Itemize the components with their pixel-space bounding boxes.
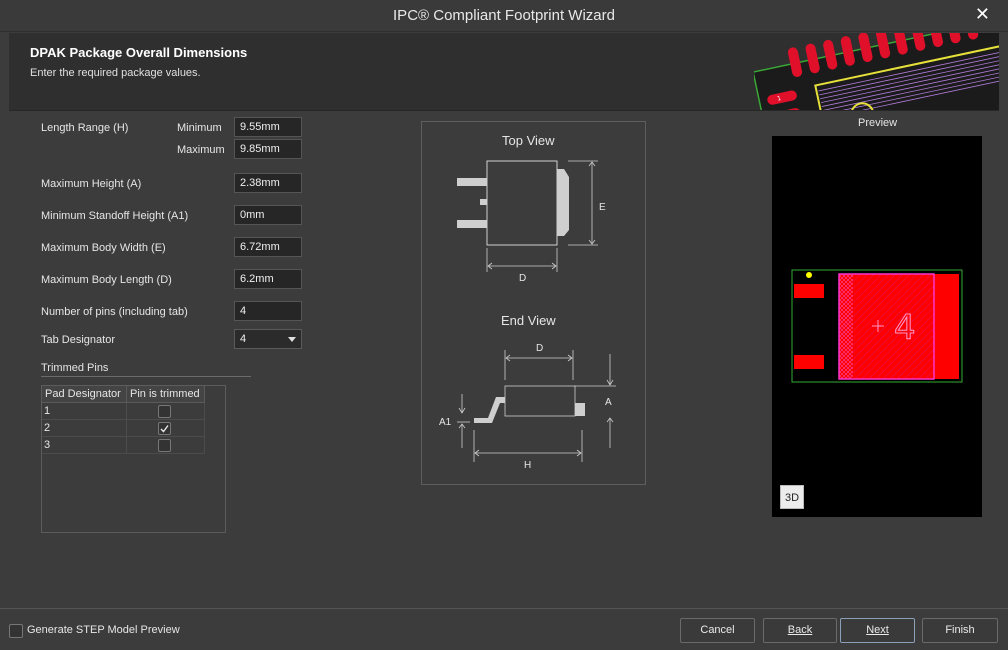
top-view-title: Top View [502,133,555,148]
section-divider [41,376,251,377]
end-view-title: End View [501,313,556,328]
table-row[interactable]: 2 [42,420,205,437]
min-standoff-label: Minimum Standoff Height (A1) [41,210,189,222]
pin-trimmed-cell [127,403,205,420]
max-height-input[interactable]: 2.38mm [234,173,302,193]
dim-label-d-top: D [519,273,526,284]
table-row[interactable]: 1 [42,403,205,420]
header-pcb-illustration: 1 2 3 [754,33,999,110]
back-button[interactable]: Back [763,618,837,643]
max-body-width-input[interactable]: 6.72mm [234,237,302,257]
max-height-label: Maximum Height (A) [41,178,142,190]
wizard-header: DPAK Package Overall Dimensions Enter th… [9,33,999,111]
dim-label-d-end: D [536,343,543,354]
num-pins-label: Number of pins (including tab) [41,306,188,318]
column-header-pad-designator[interactable]: Pad Designator [42,386,127,403]
tab-designator-label: Tab Designator [41,334,115,346]
dimension-diagram: Top View End View E D D A A1 H [439,133,616,471]
num-pins-input[interactable]: 4 [234,301,302,321]
dim-label-a: A [605,397,612,408]
column-header-pin-trimmed[interactable]: Pin is trimmed [127,386,205,403]
preview-designator-text: 4 [894,308,916,348]
tab-designator-select[interactable]: 4 [234,329,302,349]
dim-label-h: H [524,460,531,471]
tab-designator-value: 4 [240,333,247,345]
pin-trimmed-checkbox[interactable] [158,439,171,452]
pin-trimmed-checkbox[interactable] [158,405,171,418]
length-range-label: Length Range (H) [41,122,129,134]
dim-label-e: E [599,202,606,213]
next-button[interactable]: Next [840,618,915,643]
window-title: IPC® Compliant Footprint Wizard [393,7,615,24]
pad-designator-cell: 1 [42,403,127,420]
dim-label-a1: A1 [439,417,452,428]
pin-trimmed-cell [127,420,205,437]
length-min-input[interactable]: 9.55mm [234,117,302,137]
cancel-button[interactable]: Cancel [680,618,755,643]
step-preview-label[interactable]: Generate STEP Model Preview [27,624,180,636]
pin-trimmed-cell [127,437,205,454]
pin-trimmed-checkbox[interactable] [158,422,171,435]
wizard-footer: Generate STEP Model Preview Cancel Back … [0,608,1008,650]
pad-designator-cell: 3 [42,437,127,454]
minimum-label: Minimum [177,122,222,134]
chevron-down-icon [288,337,296,342]
page-subtitle: Enter the required package values. [30,67,201,79]
max-body-width-label: Maximum Body Width (E) [41,242,166,254]
pad-designator-cell: 2 [42,420,127,437]
title-bar: IPC® Compliant Footprint Wizard ✕ [0,0,1008,32]
trimmed-pins-grid[interactable]: Pad Designator Pin is trimmed 1 2 3 [41,385,226,533]
maximum-label: Maximum [177,144,225,156]
trimmed-pins-section-label: Trimmed Pins [41,362,109,374]
footprint-preview[interactable]: 4 3D [772,136,982,517]
footprint-preview-canvas: 4 [791,269,963,383]
min-standoff-input[interactable]: 0mm [234,205,302,225]
close-icon[interactable]: ✕ [975,4,990,25]
max-body-length-input[interactable]: 6.2mm [234,269,302,289]
finish-button[interactable]: Finish [922,618,998,643]
page-title: DPAK Package Overall Dimensions [30,45,248,60]
3d-view-button[interactable]: 3D [780,485,804,509]
preview-label: Preview [858,117,898,129]
length-max-input[interactable]: 9.85mm [234,139,302,159]
dimension-diagram-panel: Top View End View E D D A A1 H [421,121,646,485]
table-row[interactable]: 3 [42,437,205,454]
checkmark-icon [160,425,169,433]
max-body-length-label: Maximum Body Length (D) [41,274,172,286]
step-preview-checkbox[interactable] [9,624,23,638]
wizard-content: Length Range (H) Minimum 9.55mm Maximum … [9,111,999,608]
